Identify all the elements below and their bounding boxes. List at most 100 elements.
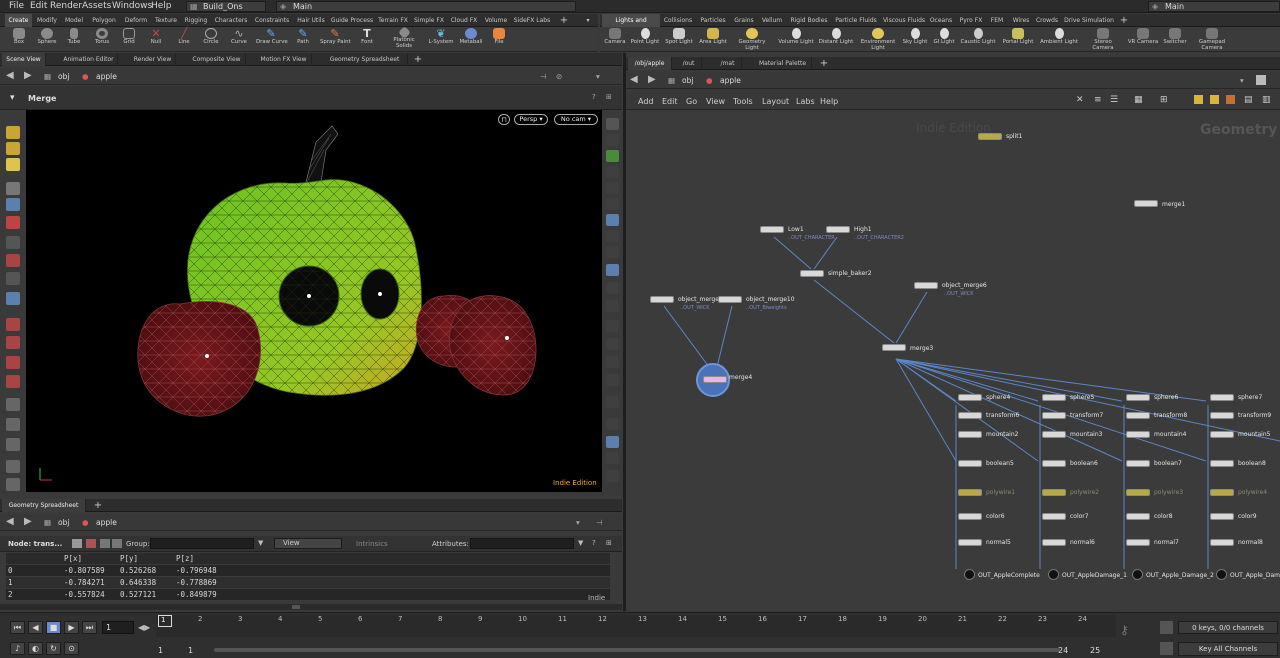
- primitive-numbers-icon[interactable]: [606, 356, 619, 368]
- tool-file[interactable]: File: [484, 27, 514, 52]
- spreadsheet-scrollbar[interactable]: [0, 604, 622, 610]
- shelf-tab-constraints[interactable]: Constraints: [252, 14, 292, 27]
- network-grid-icon[interactable]: ▤: [1244, 95, 1253, 105]
- shelf-tab-model[interactable]: Model: [62, 14, 86, 27]
- uv-icon[interactable]: [606, 374, 619, 386]
- shelf-tab-characters[interactable]: Characters: [212, 14, 250, 27]
- range-start[interactable]: 1: [158, 646, 163, 655]
- add-network-tab-icon[interactable]: +: [818, 57, 830, 70]
- tool-distant-light[interactable]: Distant Light: [818, 27, 854, 52]
- spreadsheet-forward-icon[interactable]: ▶: [24, 516, 32, 527]
- shelf-tab-drive-simulation[interactable]: Drive Simulation: [1064, 14, 1114, 27]
- magnet-tool-icon[interactable]: [6, 216, 20, 229]
- shelf-tab-texture[interactable]: Texture: [152, 14, 180, 27]
- spreadsheet-dropdown-icon[interactable]: ▾: [576, 517, 580, 528]
- xray-icon[interactable]: [606, 246, 619, 258]
- key-icon[interactable]: ⚷: [1120, 623, 1129, 637]
- node-merge1[interactable]: [1134, 200, 1158, 207]
- timeline-track[interactable]: 1 2 3 4 5 6 7 8 9 10 11 12 13 14 15 16 17 18 19 20 21 22 23 24: [156, 615, 1116, 637]
- shelf-tab-hair-utils[interactable]: Hair Utils: [294, 14, 328, 27]
- palette-icon[interactable]: [1226, 95, 1235, 104]
- tool-circle[interactable]: Circle: [196, 27, 226, 52]
- node-color[interactable]: [958, 513, 982, 520]
- range-end-visible[interactable]: 24: [1058, 646, 1068, 655]
- tool-area-light[interactable]: Area Light: [698, 27, 728, 52]
- viewport-layout-icon[interactable]: ⊞: [606, 93, 612, 101]
- tool-box[interactable]: Box: [4, 27, 34, 52]
- node-polywire[interactable]: [1210, 489, 1234, 496]
- node-transform[interactable]: [1210, 412, 1234, 419]
- network-menu-add[interactable]: Add: [638, 97, 654, 106]
- node-high1[interactable]: [826, 226, 850, 233]
- menu-help[interactable]: Help: [151, 1, 172, 11]
- node-low1[interactable]: [760, 226, 784, 233]
- node-transform[interactable]: [958, 412, 982, 419]
- header-pz[interactable]: P[z]: [176, 553, 194, 564]
- step-back-button[interactable]: ◀: [28, 621, 43, 634]
- magnet-snap-icon[interactable]: [6, 375, 20, 388]
- shelf-tab-rigging[interactable]: Rigging: [182, 14, 210, 27]
- network-back-icon[interactable]: ◀: [630, 74, 638, 85]
- node-mountain[interactable]: [958, 431, 982, 438]
- display-flag-icon[interactable]: [606, 436, 619, 448]
- shelf-tab-vellum[interactable]: Vellum: [760, 14, 784, 27]
- node-object-merge6[interactable]: [914, 282, 938, 289]
- background-icon[interactable]: [606, 282, 619, 294]
- path-obj[interactable]: obj: [58, 71, 69, 82]
- tab-scene-view[interactable]: Scene View: [2, 53, 46, 66]
- tab-obj-apple[interactable]: /obj/apple: [628, 57, 672, 70]
- node-normal[interactable]: [1210, 539, 1234, 546]
- node-normal[interactable]: [1126, 539, 1150, 546]
- snapshot-icon[interactable]: [606, 418, 619, 430]
- node-sphere[interactable]: [958, 394, 982, 401]
- handle-tool-icon[interactable]: [6, 158, 20, 171]
- spreadsheet-layout-icon[interactable]: ⊞: [606, 539, 612, 547]
- shelf-tab-wires[interactable]: Wires: [1010, 14, 1032, 27]
- jump-end-button[interactable]: ⏭: [82, 621, 97, 634]
- tool-tube[interactable]: Tube: [59, 27, 89, 52]
- shelf-tab-simple-fx[interactable]: Simple FX: [412, 14, 446, 27]
- camera-menu[interactable]: No cam ▾: [554, 114, 598, 125]
- tool-geometry-light[interactable]: Geometry Light: [736, 27, 768, 52]
- vector-icon[interactable]: [606, 338, 619, 350]
- node-transform[interactable]: [1042, 412, 1066, 419]
- pin-icon[interactable]: ⊣: [540, 71, 547, 82]
- attributes-filter-icon[interactable]: ▼: [578, 539, 583, 547]
- range-start-visible[interactable]: 1: [188, 646, 193, 655]
- tool-font[interactable]: T Font: [352, 27, 382, 52]
- shelf-tab-particle-fluids[interactable]: Particle Fluids: [834, 14, 878, 27]
- tool-volume-light[interactable]: Volume Light: [778, 27, 814, 52]
- tool-environment-light[interactable]: Environment Light: [860, 27, 896, 52]
- spreadsheet-back-icon[interactable]: ◀: [6, 516, 14, 527]
- node-color[interactable]: [1210, 513, 1234, 520]
- node-merge4[interactable]: [703, 376, 727, 383]
- tool-portal-light[interactable]: Portal Light: [1001, 27, 1035, 52]
- shelf-tab-sidefx-labs[interactable]: SideFX Labs: [512, 14, 552, 27]
- range-slider[interactable]: [214, 648, 1060, 652]
- wireframe-icon[interactable]: [606, 264, 619, 276]
- visualize-icon[interactable]: [606, 396, 619, 408]
- network-menu-tools[interactable]: Tools: [733, 97, 753, 106]
- tab-material-palette[interactable]: Material Palette: [754, 57, 812, 70]
- snap-tool-icon[interactable]: [6, 236, 20, 249]
- spreadsheet-help-icon[interactable]: ?: [592, 539, 596, 547]
- network-menu-view[interactable]: View: [706, 97, 725, 106]
- point-numbers-icon[interactable]: [606, 320, 619, 332]
- select-tool-icon[interactable]: [6, 126, 20, 139]
- shelf-tab-terrain-fx[interactable]: Terrain FX: [376, 14, 410, 27]
- network-menu-layout[interactable]: Layout: [762, 97, 789, 106]
- shelf-tab-particles[interactable]: Particles: [698, 14, 728, 27]
- shelf-menu-icon[interactable]: ▾: [582, 14, 594, 27]
- spreadsheet-path-apple[interactable]: apple: [96, 517, 117, 528]
- node-split1[interactable]: [978, 133, 1002, 140]
- attributes-field[interactable]: [470, 538, 574, 549]
- render-tool-icon[interactable]: [6, 438, 20, 451]
- shelf-tab-guide-process[interactable]: Guide Process: [330, 14, 374, 27]
- context-selector[interactable]: ◈ Main: [276, 1, 576, 12]
- group-filter-icon[interactable]: ▼: [258, 539, 263, 547]
- node-color[interactable]: [1126, 513, 1150, 520]
- tool-gamepad-camera[interactable]: Gamepad Camera: [1194, 27, 1230, 52]
- view-tool-icon[interactable]: [6, 292, 20, 305]
- tool-spot-light[interactable]: Spot Light: [664, 27, 694, 52]
- tool-sphere[interactable]: Sphere: [32, 27, 62, 52]
